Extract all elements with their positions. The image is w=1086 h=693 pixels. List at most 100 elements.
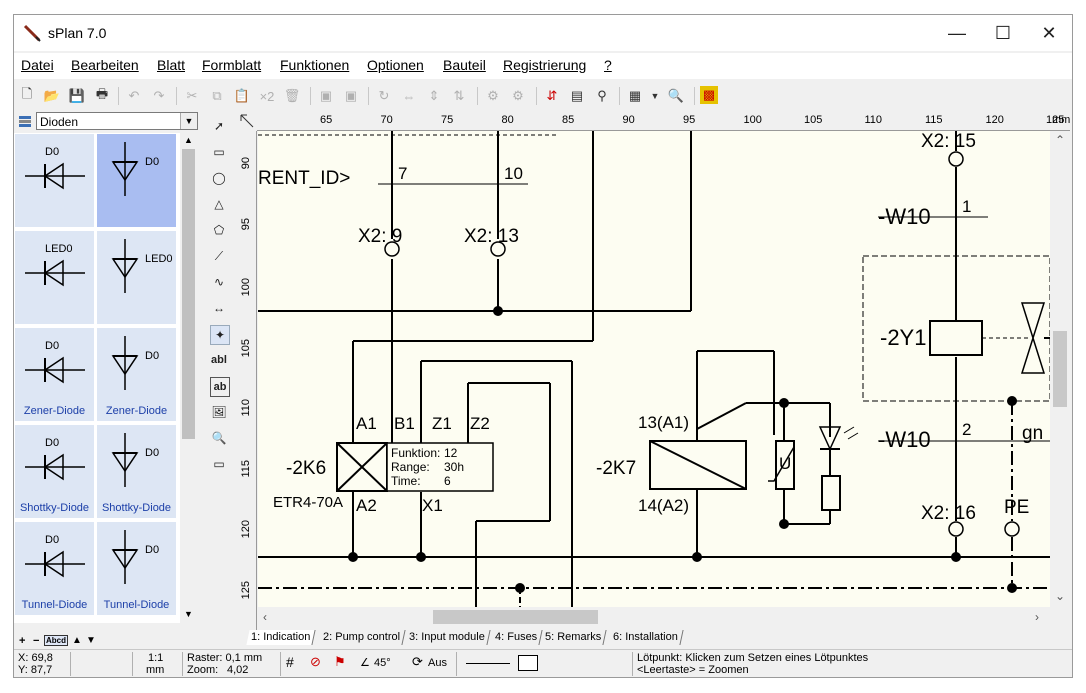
copy-icon[interactable]: ⧉ [207, 86, 227, 106]
scroll-left-icon[interactable]: ‹ [263, 610, 267, 624]
library-item[interactable]: D0 Tunnel-Diode [14, 521, 95, 616]
print-icon[interactable]: 🖶 [92, 86, 112, 106]
library-item[interactable]: D0 Zener-Diode [96, 327, 177, 422]
add-item-button[interactable]: + [19, 635, 25, 647]
marker-icon[interactable]: ⚑ [334, 655, 346, 668]
tab-pump-control[interactable]: 2: Pump control [318, 630, 406, 645]
scroll-up-icon[interactable]: ⌃ [1055, 133, 1065, 147]
pointer-icon[interactable]: ➚ [210, 117, 228, 135]
library-item[interactable]: D0 Shottky-Diode [96, 424, 177, 519]
library-item[interactable]: D0 Shottky-Diode [14, 424, 95, 519]
flip-icon[interactable]: ⇅ [449, 86, 469, 106]
group-icon[interactable]: ⚙ [483, 86, 503, 106]
chevron-down-icon[interactable]: ▼ [180, 113, 197, 129]
search-binoculars-icon[interactable]: ⚲ [592, 86, 612, 106]
image-icon[interactable]: 🖼 [210, 403, 228, 421]
bring-front-icon[interactable]: ▣ [316, 86, 336, 106]
terminal-x2-9: X2: 9 [358, 226, 402, 247]
scroll-up-icon[interactable]: ▲ [184, 135, 193, 145]
schematic-drawing[interactable]: RENT_ID> X2: 9 X2: 13 X2: 15 X2: 16 PE g… [258, 131, 1050, 607]
textbox-tool-icon[interactable]: ab [210, 377, 230, 397]
menu-bauteil[interactable]: Bauteil [443, 57, 486, 73]
redo-icon[interactable]: ↷ [149, 86, 169, 106]
new-file-icon[interactable]: 🗋 [17, 86, 37, 106]
remove-item-button[interactable]: − [33, 635, 39, 647]
send-back-icon[interactable]: ▣ [341, 86, 361, 106]
library-item[interactable]: D0 Zener-Diode [14, 327, 95, 422]
rotate-mode-value[interactable]: Aus [428, 657, 447, 669]
filled-polygon-icon[interactable]: ⬠ [210, 221, 228, 239]
library-item[interactable]: D0 [96, 133, 177, 228]
snap-magnet-icon[interactable]: ⊘ [310, 655, 321, 668]
menu-blatt[interactable]: Blatt [157, 57, 185, 73]
library-item[interactable]: D0 Tunnel-Diode [96, 521, 177, 616]
multiply-icon[interactable]: ×2 [257, 86, 277, 106]
cut-icon[interactable]: ✂ [182, 86, 202, 106]
move-up-button[interactable]: ▲ [72, 635, 82, 646]
snapshot-icon[interactable]: ▩ [700, 86, 718, 104]
library-item[interactable]: LED0 [96, 230, 177, 325]
mirror-v-icon[interactable]: ⇕ [424, 86, 444, 106]
parts-list-icon[interactable]: ▤ [567, 86, 587, 106]
zoom-tool-icon[interactable]: 🔍 [210, 429, 228, 447]
delete-icon[interactable]: 🗑 [282, 86, 302, 106]
text-tool-icon[interactable]: abl [210, 351, 228, 369]
minimize-button[interactable]: — [934, 15, 980, 51]
k6-pin-a2: A2 [356, 496, 377, 515]
ungroup-icon[interactable]: ⚙ [508, 86, 528, 106]
tab-indication[interactable]: 1: Indication [246, 630, 316, 645]
scroll-right-icon[interactable]: › [1035, 610, 1039, 624]
scroll-down-icon[interactable]: ⌄ [1055, 589, 1065, 603]
menu-datei[interactable]: Datei [21, 57, 54, 73]
tab-fuses[interactable]: 4: Fuses [490, 630, 543, 645]
maximize-button[interactable]: ☐ [980, 15, 1026, 51]
menu-formblatt[interactable]: Formblatt [202, 57, 261, 73]
tab-remarks[interactable]: 5: Remarks [540, 630, 607, 645]
move-down-button[interactable]: ▼ [86, 635, 96, 646]
chevron-down-icon[interactable]: ▼ [645, 86, 665, 106]
rename-button[interactable]: Abcd [44, 635, 68, 646]
grid-toggle-icon[interactable]: # [286, 655, 294, 669]
drawing-sheet[interactable]: RENT_ID> X2: 9 X2: 13 X2: 15 X2: 16 PE g… [258, 131, 1050, 607]
rotate-icon[interactable]: ↻ [374, 86, 394, 106]
zoom-icon[interactable]: 🔍 [666, 86, 686, 106]
numbering-icon[interactable]: ⇵ [542, 86, 562, 106]
bezier-icon[interactable]: ∿ [210, 273, 228, 291]
component-library: Dioden ▼ D0 D0 LED0 LED0 D0 Zener-Diode D0 Zene… [14, 111, 204, 647]
tab-installation[interactable]: 6: Installation [608, 630, 684, 645]
library-select[interactable]: Dioden ▼ [36, 112, 198, 130]
angle-value[interactable]: 45° [374, 657, 391, 669]
canvas-horizontal-scrollbar[interactable]: ‹ › [258, 607, 1050, 627]
menu-help[interactable]: ? [604, 57, 612, 73]
scroll-down-icon[interactable]: ▼ [184, 609, 193, 619]
menu-registrierung[interactable]: Registrierung [503, 57, 586, 73]
polygon-icon[interactable]: △ [210, 195, 228, 213]
menu-bearbeiten[interactable]: Bearbeiten [71, 57, 139, 73]
save-icon[interactable]: 💾 [67, 86, 87, 106]
line-icon[interactable]: ⟋ [210, 247, 228, 265]
paste-icon[interactable]: 📋 [232, 86, 252, 106]
rectangle-icon[interactable]: ▭ [210, 143, 228, 161]
undo-icon[interactable]: ↶ [124, 86, 144, 106]
line-style-preview[interactable] [466, 663, 510, 664]
library-scrollbar[interactable]: ▲ ▼ [180, 133, 197, 623]
vertical-scroll-thumb[interactable] [1053, 331, 1067, 407]
mirror-h-icon[interactable]: ⇔ [399, 86, 419, 106]
library-item[interactable]: D0 [14, 133, 95, 228]
canvas-vertical-scrollbar[interactable]: ⌃ ⌄ [1050, 131, 1070, 607]
dimension-icon[interactable]: ↔ [210, 299, 228, 317]
horizontal-scroll-thumb[interactable] [433, 610, 598, 624]
ellipse-icon[interactable]: ◯ [210, 169, 228, 187]
menu-optionen[interactable]: Optionen [367, 57, 424, 73]
library-scroll-thumb[interactable] [182, 149, 195, 439]
library-item[interactable]: LED0 [14, 230, 95, 325]
tab-input-module[interactable]: 3: Input module [404, 630, 491, 645]
close-button[interactable]: ✕ [1026, 15, 1072, 51]
fill-color-preview[interactable] [518, 655, 538, 671]
w10-cable-2: -W10 [878, 427, 931, 452]
open-folder-icon[interactable]: 📂 [42, 86, 62, 106]
solder-point-icon[interactable]: ✦ [210, 325, 230, 345]
menu-funktionen[interactable]: Funktionen [280, 57, 349, 73]
measure-icon[interactable]: ▭ [210, 455, 228, 473]
grid-select-icon[interactable]: ▦ [625, 86, 645, 106]
